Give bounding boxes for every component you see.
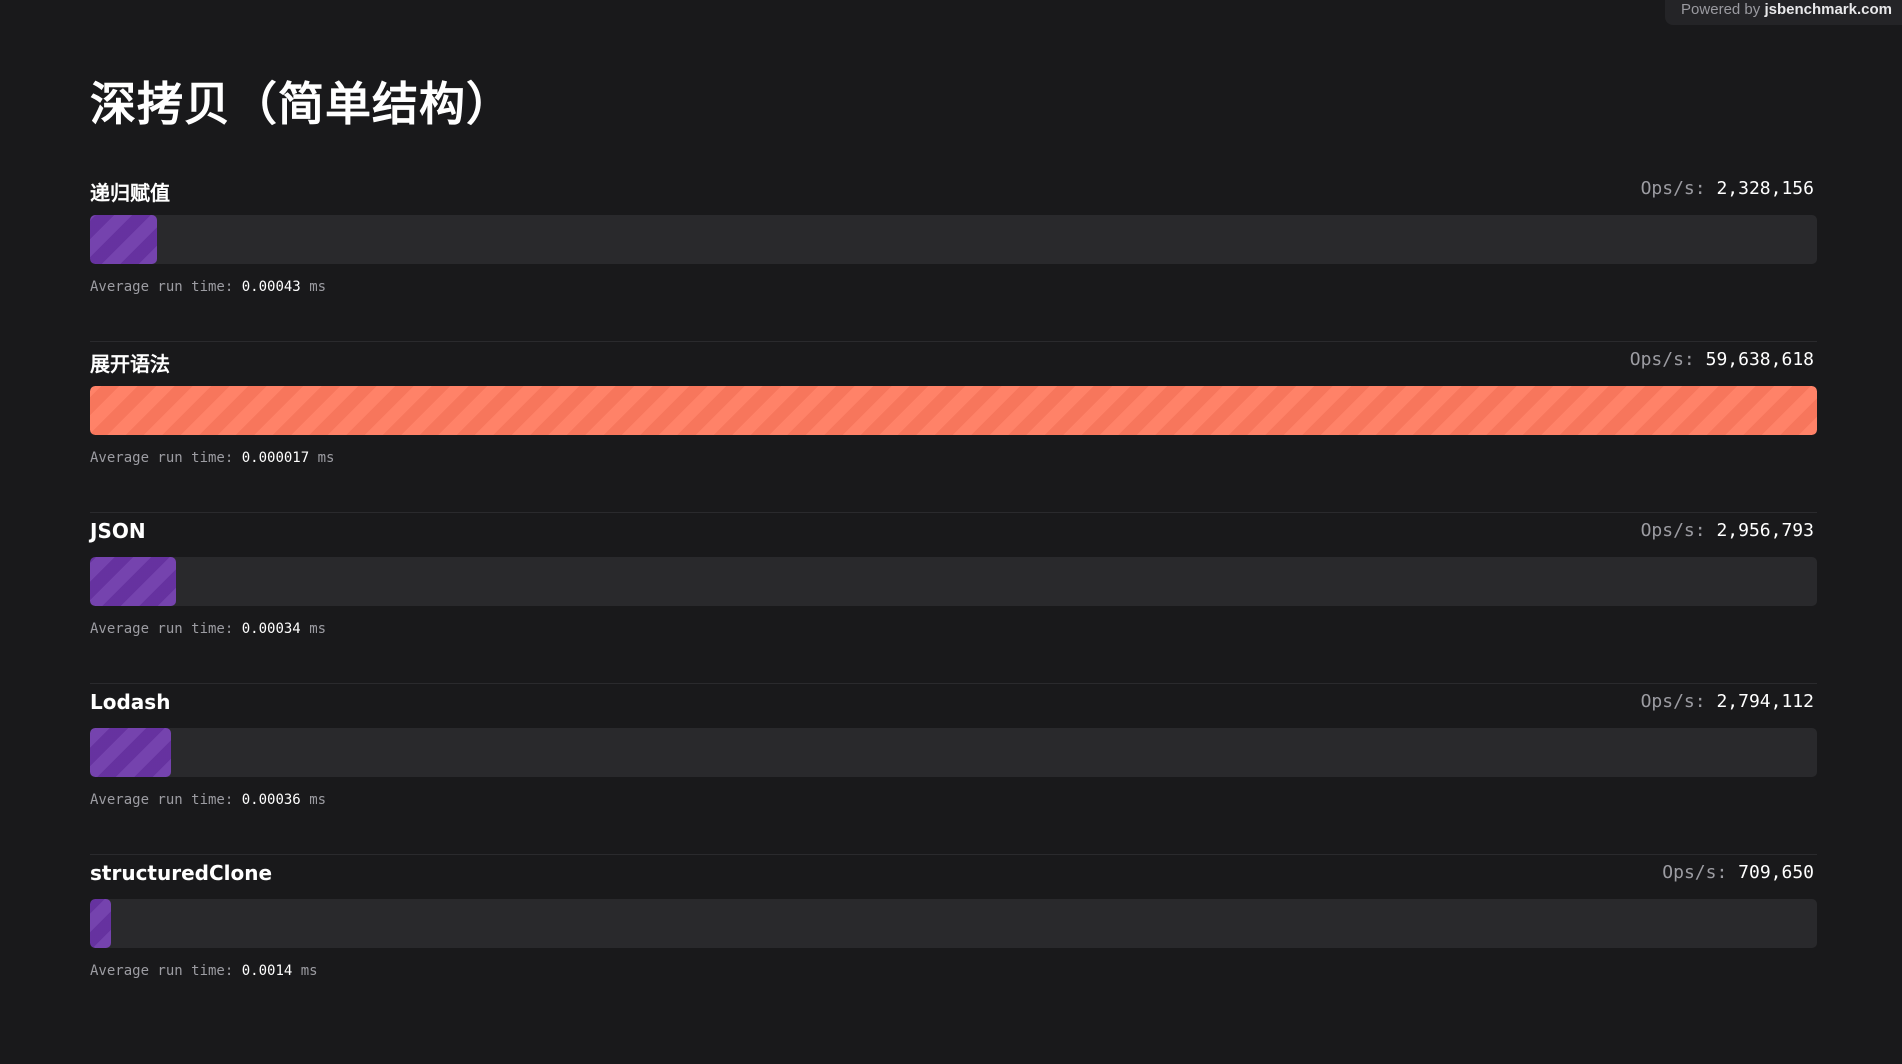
result-row: 递归赋值 Ops/s: 2,328,156 Average run time: … xyxy=(90,171,1817,342)
result-row: JSON Ops/s: 2,956,793 Average run time: … xyxy=(90,513,1817,684)
result-row: Lodash Ops/s: 2,794,112 Average run time… xyxy=(90,684,1817,855)
benchmark-page: Powered by jsbenchmark.com 深拷贝（简单结构） 递归赋… xyxy=(0,0,1902,1064)
ops-label: Ops/s: xyxy=(1629,349,1695,370)
average-run-time: Average run time: 0.000017 ms xyxy=(90,450,334,466)
results-list: 递归赋值 Ops/s: 2,328,156 Average run time: … xyxy=(90,171,1817,1026)
page-title: 深拷贝（简单结构） xyxy=(90,77,513,131)
ops-value: 2,328,156 xyxy=(1716,178,1814,199)
avg-unit: ms xyxy=(309,279,327,295)
avg-value: 0.00036 xyxy=(241,792,301,808)
result-bar-track xyxy=(90,728,1817,777)
powered-by-brand-link[interactable]: jsbenchmark.com xyxy=(1764,1,1892,18)
result-bar xyxy=(90,386,1817,435)
result-bar-track xyxy=(90,557,1817,606)
avg-unit: ms xyxy=(300,963,318,979)
avg-label: Average run time: xyxy=(90,279,234,295)
ops-per-second: Ops/s: 2,956,793 xyxy=(1641,520,1814,541)
avg-label: Average run time: xyxy=(90,621,234,637)
result-bar xyxy=(90,899,111,948)
ops-label: Ops/s: xyxy=(1640,520,1706,541)
result-name: 展开语法 xyxy=(90,352,170,376)
result-name: structuredClone xyxy=(90,861,273,885)
ops-per-second: Ops/s: 2,328,156 xyxy=(1641,178,1814,199)
average-run-time: Average run time: 0.00036 ms xyxy=(90,792,326,808)
average-run-time: Average run time: 0.00034 ms xyxy=(90,621,326,637)
powered-by-prefix: Powered by xyxy=(1681,1,1761,18)
avg-unit: ms xyxy=(309,792,327,808)
powered-by-badge[interactable]: Powered by jsbenchmark.com xyxy=(1665,0,1902,25)
ops-value: 2,956,793 xyxy=(1716,520,1814,541)
result-bar xyxy=(90,215,158,264)
ops-value: 709,650 xyxy=(1738,862,1814,883)
ops-value: 2,794,112 xyxy=(1716,691,1814,712)
result-name: Lodash xyxy=(90,690,171,714)
ops-per-second: Ops/s: 709,650 xyxy=(1662,862,1814,883)
avg-unit: ms xyxy=(309,621,327,637)
result-name: 递归赋值 xyxy=(90,181,170,205)
avg-label: Average run time: xyxy=(90,450,234,466)
ops-per-second: Ops/s: 59,638,618 xyxy=(1630,349,1814,370)
avg-unit: ms xyxy=(317,450,335,466)
avg-label: Average run time: xyxy=(90,963,234,979)
ops-per-second: Ops/s: 2,794,112 xyxy=(1641,691,1814,712)
ops-label: Ops/s: xyxy=(1640,178,1706,199)
ops-value: 59,638,618 xyxy=(1705,349,1814,370)
result-bar-track xyxy=(90,215,1817,264)
avg-value: 0.000017 xyxy=(241,450,310,466)
avg-value: 0.00043 xyxy=(241,279,301,295)
ops-label: Ops/s: xyxy=(1662,862,1728,883)
avg-label: Average run time: xyxy=(90,792,234,808)
average-run-time: Average run time: 0.0014 ms xyxy=(90,963,318,979)
result-name: JSON xyxy=(90,519,146,543)
result-bar xyxy=(90,557,176,606)
result-bar-track xyxy=(90,899,1817,948)
avg-value: 0.0014 xyxy=(241,963,293,979)
result-row: structuredClone Ops/s: 709,650 Average r… xyxy=(90,855,1817,1026)
average-run-time: Average run time: 0.00043 ms xyxy=(90,279,326,295)
result-bar-track xyxy=(90,386,1817,435)
ops-label: Ops/s: xyxy=(1640,691,1706,712)
result-bar xyxy=(90,728,171,777)
avg-value: 0.00034 xyxy=(241,621,301,637)
result-row: 展开语法 Ops/s: 59,638,618 Average run time:… xyxy=(90,342,1817,513)
